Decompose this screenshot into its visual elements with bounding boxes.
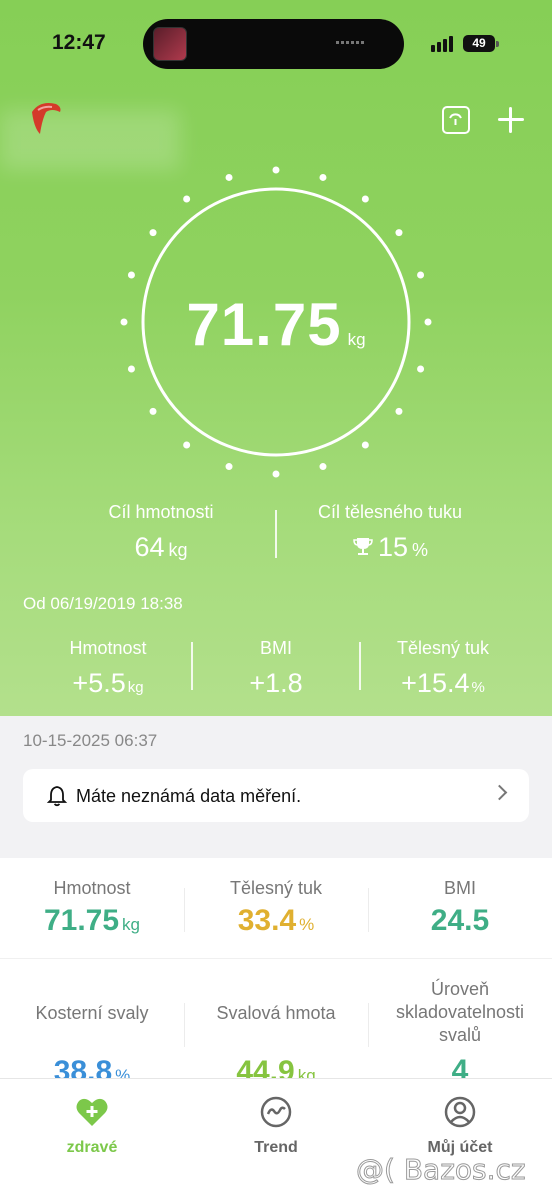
gauge-dot — [127, 271, 135, 279]
metric-unit: % — [299, 915, 315, 934]
scale-icon[interactable] — [442, 106, 470, 134]
trophy-icon — [353, 538, 373, 555]
activity-indicator — [336, 41, 364, 44]
metrics-grid: Hmotnost 71.75 kg Tělesný tuk 33.4% BMI 2… — [0, 858, 552, 1088]
gauge-dot — [127, 365, 135, 373]
bell-icon — [46, 786, 68, 807]
signal-icon — [431, 34, 459, 52]
metric-number: 71.75 — [43, 904, 120, 937]
tab-account[interactable]: Můj účet — [400, 1095, 520, 1157]
metric-divider — [368, 1003, 369, 1047]
dashboard-header: 12:47 49 71.75 kg Cíl hmotnosti 64 kg Cíl … — [0, 0, 552, 716]
status-time: 12:47 — [52, 31, 106, 54]
bmi-delta-label: BMI — [259, 638, 292, 658]
gauge-dot — [417, 365, 425, 373]
profile-avatar[interactable] — [26, 98, 66, 142]
body-fat-delta: Tělesný tuk +15.4% — [358, 638, 528, 699]
body-fat-goal-label: Cíl tělesného tuku — [317, 502, 463, 522]
tab-bar: zdravé Trend Můj účet @( Bazos.cz — [0, 1078, 552, 1200]
weight-delta: Hmotnost +5.5 kg — [18, 638, 198, 699]
metric-label: Hmotnost — [53, 878, 131, 898]
metric-weight[interactable]: Hmotnost 71.75 kg — [0, 877, 184, 938]
gauge-dot — [183, 195, 191, 203]
body-fat-goal-unit: % — [412, 540, 429, 560]
metric-skeletal-muscle[interactable]: Kosterní svaly 38.8% — [0, 1002, 184, 1089]
weight-goal-label: Cíl hmotnosti — [108, 502, 214, 522]
metric-value: 71.75 kg — [0, 904, 184, 938]
gauge-dot — [361, 441, 369, 449]
metric-muscle-mass[interactable]: Svalová hmota 44.9 kg — [184, 1002, 368, 1089]
weight-goal[interactable]: Cíl hmotnosti 64 kg — [60, 502, 262, 563]
battery-level: 49 — [472, 36, 486, 50]
battery-icon: 49 — [463, 35, 495, 52]
chevron-right-icon — [491, 784, 508, 801]
gauge-dot — [272, 470, 280, 478]
delta-divider-1 — [191, 642, 193, 690]
weight-goal-value: 64 — [134, 532, 165, 562]
metric-divider — [368, 888, 369, 932]
metric-row-divider — [0, 958, 552, 959]
metric-divider — [184, 1003, 185, 1047]
gauge-dot — [319, 463, 327, 471]
body-fat-goal[interactable]: Cíl tělesného tuku 15% — [290, 502, 490, 563]
account-icon — [444, 1096, 476, 1128]
weight-delta-unit: kg — [127, 679, 144, 696]
metric-label: Kosterní svaly — [35, 1003, 149, 1023]
gauge-dot — [319, 173, 327, 181]
metric-value: 24.5 — [368, 904, 552, 938]
tab-label: zdravé — [66, 1139, 118, 1156]
weight-unit: kg — [347, 330, 366, 349]
metric-number: 24.5 — [430, 904, 490, 937]
battery-nub — [496, 41, 499, 47]
notice-text: Máte neznámá data měření. — [76, 786, 302, 806]
dynamic-island — [143, 19, 404, 69]
metric-label: Úroveň skladovatelnosti svalů — [395, 979, 525, 1045]
since-date: Od 06/19/2019 18:38 — [23, 594, 183, 613]
watermark: @( Bazos.cz — [356, 1153, 527, 1187]
body-fat-delta-unit: % — [471, 679, 485, 696]
gauge-dot — [361, 195, 369, 203]
measurement-date: 10-15-2025 06:37 — [23, 731, 158, 750]
bmi-delta-value: +1.8 — [249, 668, 303, 698]
gauge-dot — [272, 166, 280, 174]
weight-value: 71.75 — [186, 291, 342, 358]
bmi-delta: BMI +1.8 — [196, 638, 356, 699]
tab-trend[interactable]: Trend — [216, 1095, 336, 1157]
tab-label: Trend — [254, 1139, 298, 1156]
gauge-dot — [183, 441, 191, 449]
metric-muscle-storage[interactable]: Úroveň skladovatelnosti svalů 4 — [368, 978, 552, 1088]
metric-value: 33.4% — [184, 904, 368, 938]
current-weight: 71.75 kg — [0, 290, 552, 359]
metric-label: Tělesný tuk — [229, 878, 323, 898]
gauge-dot — [395, 407, 403, 415]
metric-number: 33.4 — [237, 904, 297, 937]
gauge-dot — [149, 229, 157, 237]
metric-body-fat[interactable]: Tělesný tuk 33.4% — [184, 877, 368, 938]
goal-divider — [275, 510, 277, 558]
weight-delta-value: +5.5 — [72, 668, 126, 698]
metric-label: BMI — [443, 878, 476, 898]
metric-unit: kg — [122, 915, 141, 934]
gauge-dot — [149, 407, 157, 415]
body-fat-delta-label: Tělesný tuk — [396, 638, 490, 658]
weight-delta-label: Hmotnost — [69, 638, 147, 658]
gauge-dot — [395, 229, 403, 237]
body-fat-goal-value: 15 — [377, 532, 409, 562]
now-playing-thumbnail — [153, 27, 187, 61]
weight-goal-unit: kg — [168, 540, 188, 560]
metric-label: Svalová hmota — [216, 1003, 336, 1023]
unknown-data-notice[interactable]: Máte neznámá data měření. — [23, 769, 529, 822]
metric-bmi[interactable]: BMI 24.5 — [368, 877, 552, 938]
heart-plus-icon — [76, 1098, 108, 1126]
tab-health[interactable]: zdravé — [32, 1095, 152, 1157]
gauge-dot — [225, 463, 233, 471]
plus-icon[interactable] — [497, 106, 525, 134]
body-fat-delta-value: +15.4 — [401, 668, 470, 698]
gauge-dot — [417, 271, 425, 279]
metric-divider — [184, 888, 185, 932]
trend-icon — [260, 1096, 292, 1128]
gauge-dot — [225, 173, 233, 181]
